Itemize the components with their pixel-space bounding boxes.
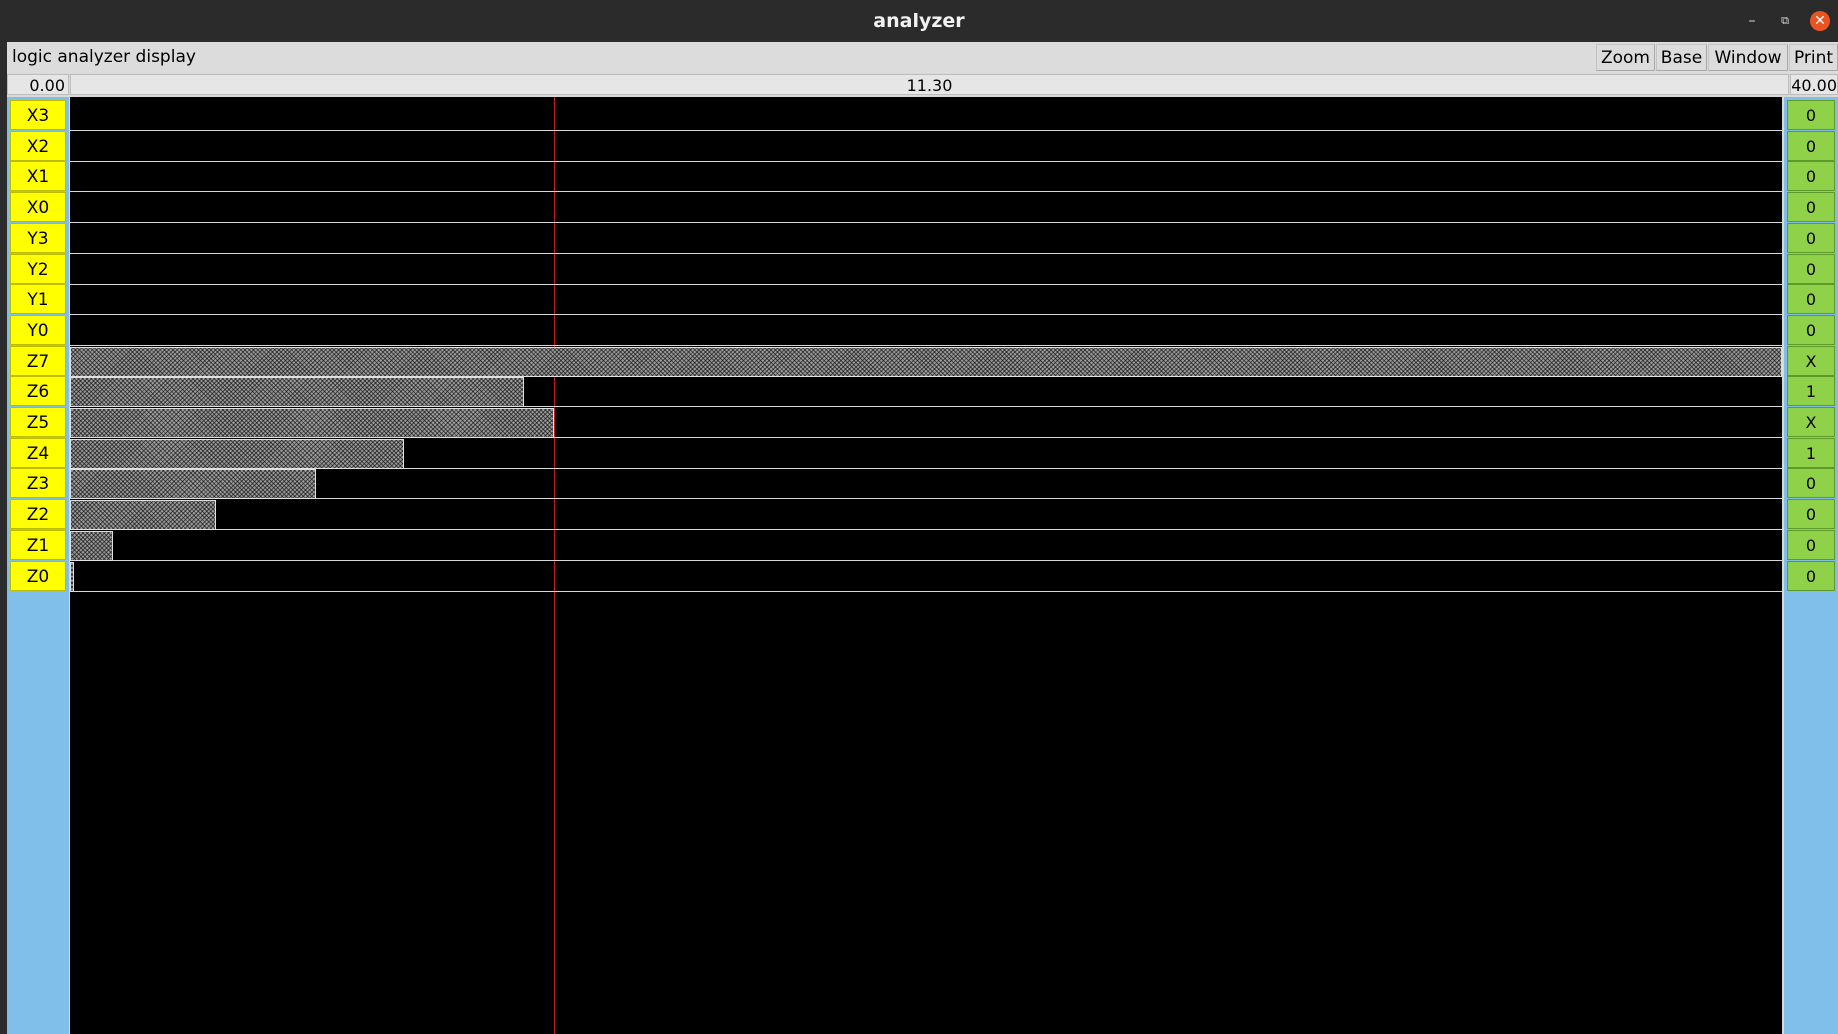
signal-trace-x1 (70, 191, 1782, 192)
signal-trace-x2 (70, 161, 1782, 162)
minimize-icon[interactable]: – (1742, 11, 1762, 31)
signal-unknown-region-z2 (70, 500, 216, 530)
signal-value-z2: 0 (1787, 499, 1835, 529)
signal-label-x1[interactable]: X1 (10, 161, 66, 191)
signal-value-y1: 0 (1787, 284, 1835, 314)
signal-value-x1: 0 (1787, 161, 1835, 191)
zoom-button[interactable]: Zoom (1596, 44, 1655, 71)
window-button[interactable]: Window (1708, 44, 1788, 71)
signal-value-z6: 1 (1787, 376, 1835, 406)
time-start: 0.00 (7, 74, 69, 95)
signal-unknown-region-z6 (70, 377, 524, 407)
time-cursor[interactable] (554, 97, 555, 1034)
signal-value-z0: 0 (1787, 561, 1835, 591)
signal-label-z2[interactable]: Z2 (10, 499, 66, 529)
menu-bar: logic analyzer display Zoom Base Window … (7, 42, 1838, 74)
signal-value-x3: 0 (1787, 100, 1835, 130)
waveform-area[interactable] (70, 97, 1782, 1034)
signal-label-z6[interactable]: Z6 (10, 376, 66, 406)
signal-trace-x0 (70, 222, 1782, 223)
title-bar[interactable]: analyzer – ⧉ ✕ (0, 0, 1838, 42)
signal-trace-z1 (70, 560, 1782, 561)
signal-value-y3: 0 (1787, 223, 1835, 253)
signal-trace-x3 (70, 130, 1782, 131)
signal-unknown-region-z0 (70, 562, 74, 592)
signal-label-y2[interactable]: Y2 (10, 254, 66, 284)
signal-label-y0[interactable]: Y0 (10, 315, 66, 345)
signal-label-z0[interactable]: Z0 (10, 561, 66, 591)
time-ruler: 0.00 11.30 40.00 (7, 73, 1838, 96)
signal-label-y3[interactable]: Y3 (10, 223, 66, 253)
signal-unknown-region-z4 (70, 439, 404, 469)
cursor-time[interactable]: 11.30 (70, 74, 1789, 95)
signal-value-z4: 1 (1787, 438, 1835, 468)
signal-label-z1[interactable]: Z1 (10, 530, 66, 560)
signal-value-z3: 0 (1787, 468, 1835, 498)
signal-trace-y2 (70, 284, 1782, 285)
signal-value-z5: X (1787, 407, 1835, 437)
signal-value-y0: 0 (1787, 315, 1835, 345)
signal-label-z5[interactable]: Z5 (10, 407, 66, 437)
signal-trace-y1 (70, 314, 1782, 315)
base-button[interactable]: Base (1656, 44, 1707, 71)
signal-value-x2: 0 (1787, 131, 1835, 161)
signal-value-z1: 0 (1787, 530, 1835, 560)
signal-unknown-region-z1 (70, 531, 113, 561)
signal-value-y2: 0 (1787, 254, 1835, 284)
signal-label-z3[interactable]: Z3 (10, 468, 66, 498)
signal-trace-y0 (70, 345, 1782, 346)
signal-label-x0[interactable]: X0 (10, 192, 66, 222)
time-end: 40.00 (1790, 74, 1838, 95)
signal-name-column: X3 X2 X1 X0 Y3 Y2 Y1 Y0 Z7 Z6 Z5 Z4 Z3 Z2 Z1 Z0 (7, 97, 69, 1034)
signal-trace-z2 (70, 529, 1782, 530)
print-button[interactable]: Print (1789, 44, 1838, 71)
signal-label-y1[interactable]: Y1 (10, 284, 66, 314)
signal-label-z7[interactable]: Z7 (10, 346, 66, 376)
signal-value-x0: 0 (1787, 192, 1835, 222)
window-title: analyzer (873, 10, 965, 32)
signal-label-x2[interactable]: X2 (10, 131, 66, 161)
signal-label-z4[interactable]: Z4 (10, 438, 66, 468)
signal-value-z7: X (1787, 346, 1835, 376)
signal-trace-z0 (70, 591, 1782, 592)
signal-trace-y3 (70, 253, 1782, 254)
signal-unknown-region-z5 (70, 408, 554, 438)
signal-trace-z3 (70, 498, 1782, 499)
signal-unknown-region-z3 (70, 469, 316, 499)
client-area: logic analyzer display Zoom Base Window … (7, 42, 1838, 1034)
signal-unknown-region-z7 (70, 347, 1782, 377)
app-label: logic analyzer display (12, 47, 196, 67)
app-window: analyzer – ⧉ ✕ logic analyzer display Zo… (0, 0, 1838, 1034)
restore-icon[interactable]: ⧉ (1775, 11, 1795, 31)
signal-value-column: 00000000X1X10000 (1784, 97, 1838, 1034)
close-icon[interactable]: ✕ (1810, 11, 1830, 31)
signal-label-x3[interactable]: X3 (10, 100, 66, 130)
